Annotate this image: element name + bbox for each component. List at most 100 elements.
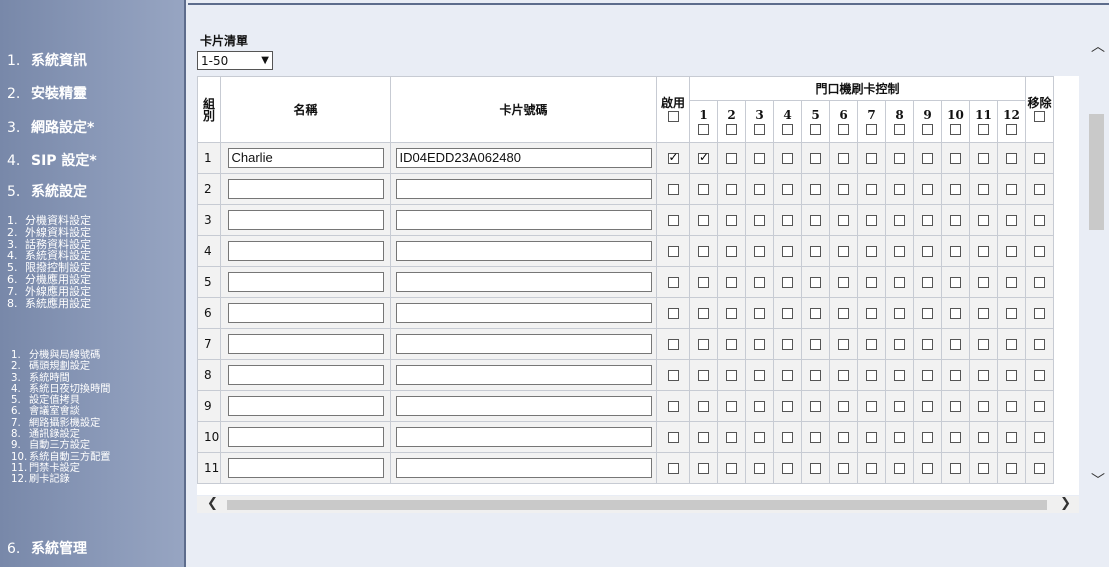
door-checkbox[interactable] [894, 401, 905, 412]
door-checkbox[interactable] [810, 463, 821, 474]
door-checkbox[interactable] [810, 308, 821, 319]
door-checkbox[interactable] [978, 246, 989, 257]
door-checkbox[interactable] [698, 277, 709, 288]
door-all-checkbox[interactable] [698, 123, 709, 135]
door-checkbox[interactable] [698, 308, 709, 319]
card-number-input[interactable] [395, 396, 652, 416]
door-checkbox[interactable] [782, 401, 793, 412]
name-input[interactable] [227, 179, 384, 199]
door-checkbox[interactable] [866, 463, 877, 474]
name-input[interactable] [227, 272, 384, 292]
submenu-item[interactable]: 10. 系統自動三方配置 [11, 452, 111, 463]
card-number-input[interactable] [395, 272, 652, 292]
door-checkbox[interactable] [894, 339, 905, 350]
remove-checkbox[interactable] [1034, 370, 1045, 381]
door-checkbox[interactable] [838, 370, 849, 381]
enable-checkbox[interactable] [667, 432, 679, 443]
door-checkbox[interactable] [754, 401, 765, 412]
enable-checkbox[interactable] [667, 277, 679, 288]
door-checkbox[interactable] [1006, 432, 1017, 443]
door-checkbox[interactable] [866, 277, 877, 288]
door-checkbox[interactable] [978, 401, 989, 412]
door-checkbox[interactable] [894, 153, 905, 164]
door-checkbox[interactable] [978, 308, 989, 319]
door-checkbox[interactable] [698, 370, 709, 381]
door-checkbox[interactable] [754, 215, 765, 226]
card-number-input[interactable] [395, 241, 652, 261]
nav-system-management[interactable]: 6. 系統管理 [7, 538, 87, 558]
name-input[interactable] [227, 334, 384, 354]
nav-network-settings[interactable]: 3. 網路設定* [7, 117, 94, 137]
submenu-item[interactable]: 4. 系統日夜切換時間 [11, 384, 111, 395]
enable-checkbox[interactable] [667, 150, 679, 164]
door-all-checkbox[interactable] [922, 123, 933, 135]
remove-checkbox[interactable] [1034, 246, 1045, 257]
door-checkbox[interactable] [922, 184, 933, 195]
door-checkbox[interactable] [810, 184, 821, 195]
door-checkbox[interactable] [866, 153, 877, 164]
door-checkbox[interactable] [726, 246, 737, 257]
door-checkbox[interactable] [754, 277, 765, 288]
door-checkbox[interactable] [894, 277, 905, 288]
nav-system-info[interactable]: 1. 系統資訊 [7, 50, 87, 70]
door-all-checkbox[interactable] [754, 123, 765, 135]
vertical-scroll-thumb[interactable] [1089, 114, 1104, 230]
card-number-input[interactable] [395, 303, 652, 323]
door-checkbox[interactable] [978, 432, 989, 443]
door-checkbox[interactable] [782, 432, 793, 443]
door-checkbox[interactable] [810, 432, 821, 443]
card-number-input[interactable]: ID04EDD23A062480 [395, 148, 652, 168]
enable-checkbox[interactable] [667, 215, 679, 226]
card-number-input[interactable] [395, 334, 652, 354]
door-checkbox[interactable] [894, 370, 905, 381]
door-checkbox[interactable] [838, 215, 849, 226]
door-checkbox[interactable] [894, 308, 905, 319]
nav-system-settings[interactable]: 5. 系統設定 [7, 181, 87, 201]
door-checkbox[interactable] [726, 277, 737, 288]
enable-checkbox[interactable] [667, 184, 679, 195]
door-all-checkbox[interactable] [726, 123, 737, 135]
remove-checkbox[interactable] [1034, 401, 1045, 412]
door-checkbox[interactable] [894, 463, 905, 474]
door-checkbox[interactable] [726, 308, 737, 319]
door-checkbox[interactable] [838, 277, 849, 288]
nav-install-wizard[interactable]: 2. 安裝精靈 [7, 83, 87, 103]
door-checkbox[interactable] [838, 246, 849, 257]
horizontal-scrollbar[interactable]: ❮ ❯ [197, 496, 1079, 513]
door-checkbox[interactable] [922, 277, 933, 288]
door-checkbox[interactable] [726, 153, 737, 164]
door-checkbox[interactable] [838, 401, 849, 412]
door-checkbox[interactable] [866, 432, 877, 443]
door-checkbox[interactable] [838, 339, 849, 350]
door-checkbox[interactable] [698, 463, 709, 474]
door-all-checkbox[interactable] [866, 123, 877, 135]
name-input[interactable] [227, 396, 384, 416]
chevron-right-icon[interactable]: ❯ [1060, 496, 1071, 511]
door-checkbox[interactable] [698, 184, 709, 195]
door-checkbox[interactable] [782, 308, 793, 319]
door-checkbox[interactable] [782, 246, 793, 257]
door-checkbox[interactable] [866, 308, 877, 319]
submenu-item[interactable]: 7. 網路攝影機設定 [11, 418, 111, 429]
enable-checkbox[interactable] [667, 308, 679, 319]
door-checkbox[interactable] [754, 463, 765, 474]
door-checkbox[interactable] [838, 308, 849, 319]
remove-checkbox[interactable] [1034, 339, 1045, 350]
door-checkbox[interactable] [782, 153, 793, 164]
submenu-item[interactable]: 5. 設定值拷貝 [11, 395, 111, 406]
door-checkbox[interactable] [950, 308, 961, 319]
door-checkbox[interactable] [782, 339, 793, 350]
door-checkbox[interactable] [726, 370, 737, 381]
door-checkbox[interactable] [1006, 370, 1017, 381]
door-checkbox[interactable] [782, 370, 793, 381]
door-checkbox[interactable] [950, 184, 961, 195]
door-checkbox[interactable] [950, 339, 961, 350]
door-all-checkbox[interactable] [1006, 123, 1017, 135]
door-checkbox[interactable] [726, 215, 737, 226]
door-checkbox[interactable] [838, 184, 849, 195]
door-checkbox[interactable] [810, 215, 821, 226]
chevron-down-icon[interactable]: ﹀ [1091, 470, 1105, 490]
submenu-item[interactable]: 3. 系統時間 [11, 373, 111, 384]
submenu-item[interactable]: 1. 分機與局線號碼 [11, 350, 111, 361]
door-checkbox[interactable] [782, 463, 793, 474]
